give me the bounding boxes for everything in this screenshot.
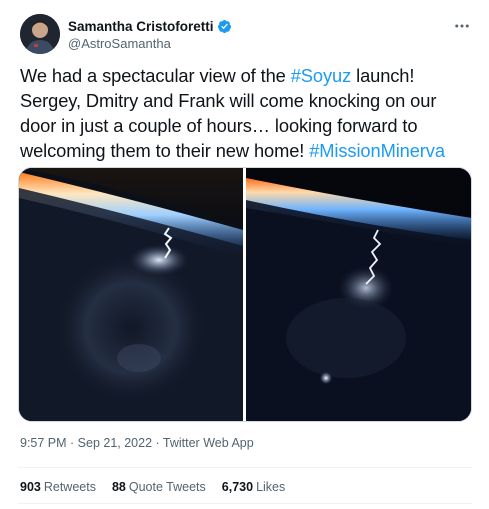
more-options-icon[interactable]: [452, 16, 472, 36]
hashtag-soyuz[interactable]: #Soyuz: [291, 65, 351, 86]
avatar[interactable]: [20, 14, 60, 54]
retweets-label: Retweets: [43, 480, 96, 494]
tweet-timestamp[interactable]: 9:57 PM · Sep 21, 2022 · Twitter Web App: [20, 436, 254, 450]
media-grid: [18, 167, 472, 422]
likes-label: Likes: [256, 480, 286, 494]
photo-left[interactable]: [19, 168, 243, 421]
likes-stat[interactable]: 6,730 Likes: [222, 480, 285, 494]
verified-badge-icon: [217, 19, 232, 34]
author-handle[interactable]: @AstroSamantha: [68, 36, 232, 51]
photo-right[interactable]: [246, 168, 471, 421]
engagement-stats: 903 Retweets 88 Quote Tweets 6,730 Likes: [20, 480, 301, 494]
hashtag-missionminerva[interactable]: #MissionMinerva: [309, 140, 445, 161]
quotes-count: 88: [111, 480, 126, 494]
quotes-label: Quote Tweets: [128, 480, 206, 494]
tweet-card: Samantha Cristoforetti @AstroSamantha We…: [0, 0, 489, 509]
author-name[interactable]: Samantha Cristoforetti: [68, 19, 214, 34]
tweet-text-part: We had a spectacular view of the: [20, 65, 291, 86]
divider: [18, 467, 472, 468]
tweet-header: Samantha Cristoforetti @AstroSamantha: [20, 12, 472, 58]
retweets-count: 903: [20, 480, 41, 494]
tweet-text: We had a spectacular view of the #Soyuz …: [20, 63, 472, 163]
likes-count: 6,730: [221, 480, 254, 494]
retweets-stat[interactable]: 903 Retweets: [20, 480, 96, 494]
divider: [18, 503, 472, 504]
quote-tweets-stat[interactable]: 88 Quote Tweets: [112, 480, 206, 494]
author-block: Samantha Cristoforetti @AstroSamantha: [68, 17, 232, 51]
